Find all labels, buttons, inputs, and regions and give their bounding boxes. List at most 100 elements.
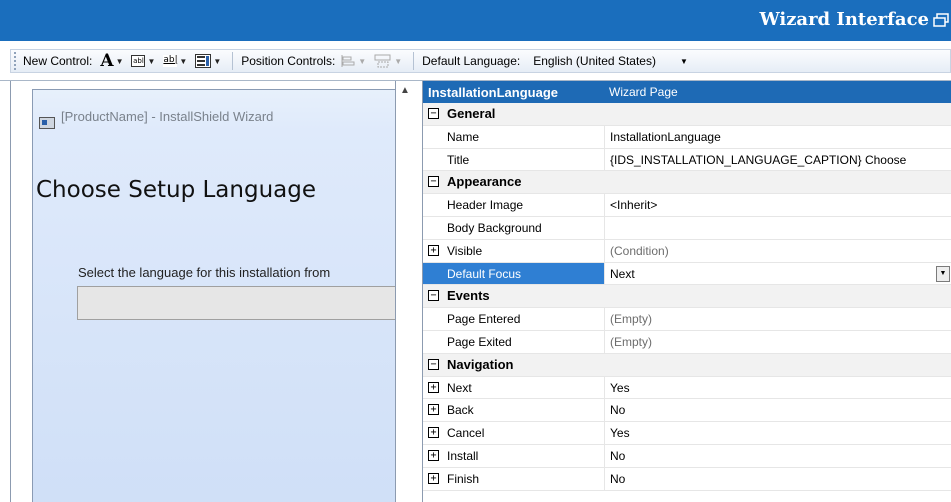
expand-icon[interactable]: + [428,449,439,461]
default-language-value: English (United States) [533,54,656,68]
chevron-down-icon[interactable]: ▼ [213,57,221,66]
toolbar-strip: New Control: A ▼ abl ▼ ab| ▼ ▼ Position … [10,49,951,73]
same-size-icon [374,54,391,68]
title-bar: Wizard Interface [0,0,951,41]
toolbar-grip[interactable] [14,52,16,70]
property-value[interactable]: InstallationLanguage [605,126,951,148]
collapse-icon[interactable]: − [428,358,439,370]
category-label: General [447,106,496,121]
chevron-down-icon[interactable]: ▼ [680,57,688,66]
property-value[interactable]: No [605,445,951,467]
toolbar-separator [232,52,234,70]
chevron-down-icon[interactable]: ▼ [116,57,124,66]
category-row[interactable]: − General [423,103,951,126]
expand-icon[interactable]: + [428,381,439,393]
property-row[interactable]: Page Entered (Empty) [423,308,951,331]
property-name[interactable]: Header Image [423,194,605,216]
property-row[interactable]: Page Exited (Empty) [423,330,951,354]
expand-icon[interactable]: + [428,404,439,416]
scroll-up-icon[interactable]: ▲ [400,85,410,96]
window-restore-icon[interactable] [933,13,949,27]
property-value[interactable]: Next [605,262,951,285]
underline-edit-icon: ab| [163,55,178,67]
language-list[interactable] [77,286,395,320]
wizard-heading: Choose Setup Language [36,177,316,203]
wizard-window-title: [ProductName] - InstallShield Wizard [61,109,274,124]
category-row[interactable]: − Navigation [423,353,951,377]
vertical-scrollbar[interactable]: ▲ [396,81,422,502]
expand-icon[interactable]: + [428,244,439,256]
property-value[interactable]: No [605,399,951,421]
collapse-icon[interactable]: − [428,290,439,302]
wizard-prompt: Select the language for this installatio… [78,265,331,280]
category-label: Events [447,288,490,304]
category-row[interactable]: − Events [423,285,951,309]
collapse-icon[interactable]: − [428,108,439,119]
header-value: Wizard Page [609,85,678,99]
dialog-preview-pane: [ProductName] - InstallShield Wizard Cho… [10,81,396,502]
category-label: Navigation [447,356,514,372]
edit-control-2-button[interactable]: ab| ▼ [161,51,193,71]
chevron-down-icon[interactable]: ▼ [358,57,366,66]
text-control-button[interactable]: A ▼ [95,51,129,71]
chevron-down-icon[interactable]: ▼ [179,57,187,66]
property-name[interactable]: Body Background [423,216,605,239]
property-value[interactable]: (Condition) [605,240,951,262]
property-value[interactable]: (Empty) [605,308,951,330]
category-row[interactable]: − Appearance [423,171,951,195]
align-button[interactable]: ▼ [338,51,372,71]
list-control-button[interactable]: ▼ [193,51,227,71]
expand-icon[interactable]: + [428,472,439,484]
property-name[interactable]: Cancel [423,422,605,444]
text-tool-icon: A [100,51,114,71]
align-left-icon [341,55,355,67]
toolbar: New Control: A ▼ abl ▼ ab| ▼ ▼ Position … [0,41,951,81]
property-row[interactable]: Install + No [423,444,951,468]
default-language-label: Default Language: [422,54,521,68]
window-icon [39,117,55,129]
property-row[interactable]: Next + Yes [423,376,951,400]
property-row[interactable]: Back + No [423,399,951,423]
chevron-down-icon[interactable]: ▼ [394,57,402,66]
property-name[interactable]: Default Focus [423,262,605,285]
header-name: InstallationLanguage [428,85,559,100]
default-language-select[interactable]: English (United States) ▼ [527,51,688,71]
property-row[interactable]: Name InstallationLanguage [423,125,951,149]
chevron-down-icon[interactable]: ▼ [147,57,155,66]
property-grid-header: InstallationLanguage Wizard Page [423,81,951,103]
expand-icon[interactable]: + [428,427,439,439]
property-value[interactable]: Yes [605,377,951,399]
property-row[interactable]: Title {IDS_INSTALLATION_LANGUAGE_CAPTION}… [423,148,951,172]
edit-control-button[interactable]: abl ▼ [129,51,161,71]
edit-field-icon: abl [131,55,146,67]
property-row[interactable]: Default Focus Next ▼ [423,262,951,286]
property-row[interactable]: Finish + No [423,467,951,491]
position-controls-label: Position Controls: [241,54,336,68]
property-row[interactable]: Visible + (Condition) [423,239,951,263]
property-name[interactable]: Back [423,399,605,422]
property-value[interactable] [605,217,951,239]
property-grid: InstallationLanguage Wizard Page − Genera… [422,81,951,502]
property-row[interactable]: Body Background [423,216,951,240]
property-value[interactable]: Yes [605,422,951,444]
property-row[interactable]: Cancel + Yes [423,422,951,445]
property-value[interactable]: <Inherit> [605,194,951,216]
dropdown-arrow-icon[interactable]: ▼ [936,265,950,282]
window-title: Wizard Interface [759,9,929,30]
property-name[interactable]: Finish [423,467,605,490]
new-control-label: New Control: [23,54,93,68]
property-value[interactable]: (Empty) [605,331,951,353]
property-name[interactable]: Next [423,376,605,399]
property-row[interactable]: Header Image <Inherit> [423,194,951,217]
property-name[interactable]: Install [423,444,605,467]
property-name[interactable]: Title [423,148,605,171]
property-name[interactable]: Name [423,125,605,148]
collapse-icon[interactable]: − [428,176,439,188]
property-name[interactable]: Page Entered [423,308,605,330]
property-name[interactable]: Page Exited [423,330,605,353]
size-button[interactable]: ▼ [372,51,408,71]
property-value[interactable]: No [605,468,951,490]
property-name[interactable]: Visible [423,239,605,262]
property-value[interactable]: {IDS_INSTALLATION_LANGUAGE_CAPTION} Choo… [605,149,951,171]
toolbar-separator [413,52,415,70]
